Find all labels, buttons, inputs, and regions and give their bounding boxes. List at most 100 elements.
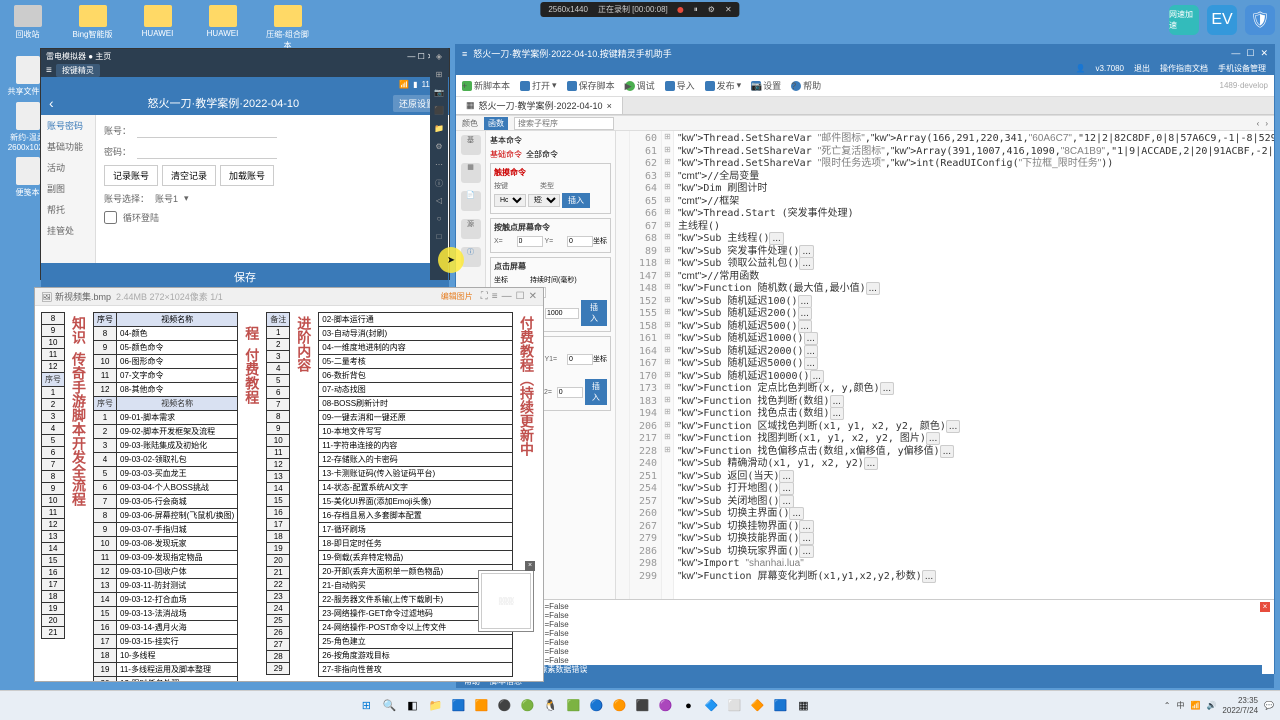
clock-label[interactable]: 23:35 <box>1222 696 1258 706</box>
insert-button[interactable]: 插入 <box>585 379 607 405</box>
duration-input[interactable] <box>545 308 579 319</box>
explorer-icon[interactable]: 📁 <box>425 696 445 716</box>
close-output-icon[interactable]: × <box>1260 602 1270 612</box>
close-icon[interactable]: ✕ <box>529 291 537 302</box>
speed-badge[interactable]: 网速加速 <box>1169 5 1199 35</box>
taskview-icon[interactable]: ◧ <box>402 696 422 716</box>
pause-icon[interactable]: ⏸ <box>694 5 698 15</box>
settings-button[interactable]: 📷设置 <box>751 79 781 92</box>
app-icon[interactable]: 🐧 <box>540 696 560 716</box>
open-button[interactable]: 打开 ▾ <box>520 79 557 92</box>
sidebar-item[interactable]: 活动 <box>41 157 95 178</box>
debug-button[interactable]: ▶调试 <box>625 79 655 92</box>
close-icon[interactable]: ✕ <box>725 5 732 14</box>
tool-icon[interactable]: 📷 <box>432 88 446 102</box>
publish-button[interactable]: 发布 ▾ <box>705 79 742 92</box>
app-icon[interactable]: 🟠 <box>609 696 629 716</box>
sidebar-item[interactable]: 基础功能 <box>41 136 95 157</box>
app-icon[interactable]: 🟧 <box>471 696 491 716</box>
insert-button[interactable]: 插入 <box>562 193 590 208</box>
tool-icon[interactable]: 📁 <box>432 124 446 138</box>
ev-badge[interactable]: EV <box>1207 5 1237 35</box>
nav-recent-icon[interactable]: □ <box>432 232 446 246</box>
folder-icon[interactable]: 压缩-组合脚本 <box>265 5 310 51</box>
close-icon[interactable]: × <box>525 561 535 571</box>
tool-icon[interactable]: ⋯ <box>432 160 446 174</box>
imgview-titlebar[interactable]: 🖼 新视频集.bmp 2.44MB 272×1024像素 1/1 编辑图片 ⛶≡… <box>35 288 543 306</box>
tray-up-icon[interactable]: ⌃ <box>1164 701 1171 710</box>
tray-wifi-icon[interactable]: 📶 <box>1190 701 1200 710</box>
output-panel[interactable]: × 脚本调试参数: 新约温柔=False脚本调试参数: 脚本信息=False脚本… <box>456 599 1274 674</box>
app-icon[interactable]: 🟢 <box>517 696 537 716</box>
tool-grid-icon[interactable]: ▦ <box>461 163 481 183</box>
tool-doc-icon[interactable]: 📄 <box>461 191 481 211</box>
shield-badge[interactable]: 🛡 <box>1245 5 1275 35</box>
maximize-icon[interactable]: ☐ <box>516 291 525 302</box>
file-tab[interactable]: ▦怒火一刀·教学案例·2022-04-10× <box>456 97 623 114</box>
search-input[interactable] <box>514 117 614 130</box>
folder-icon[interactable]: HUAWEI <box>135 5 180 51</box>
func-tab[interactable]: 函数 <box>484 117 508 130</box>
panel-subtab[interactable]: 全部命令 <box>526 149 558 160</box>
maximize-icon[interactable]: ☐ <box>1246 48 1254 58</box>
device-link[interactable]: 手机设备管理 <box>1218 63 1266 74</box>
app-icon[interactable]: 🔶 <box>747 696 767 716</box>
sidebar-item-account[interactable]: 账号密码 <box>41 115 95 136</box>
emulator-tab[interactable]: 按键精灵 <box>56 64 100 77</box>
edit-button[interactable]: 编辑图片 <box>441 291 473 302</box>
app-icon[interactable]: 🟦 <box>770 696 790 716</box>
minimize-icon[interactable]: — <box>1231 48 1240 58</box>
list-icon[interactable]: ≡ <box>492 291 498 302</box>
app-icon[interactable]: ⬜ <box>724 696 744 716</box>
clear-button[interactable]: 清空记录 <box>162 165 216 186</box>
close-icon[interactable]: ✕ <box>1260 48 1268 58</box>
floating-inspector[interactable]: × ░░░ <box>478 570 534 632</box>
recycle-bin-icon[interactable]: 回收站 <box>5 5 50 51</box>
tool-code-icon[interactable]: 源 <box>461 219 481 239</box>
minimize-icon[interactable]: — <box>407 52 415 61</box>
expand-icon[interactable]: ⛶ <box>481 291 488 302</box>
notification-icon[interactable]: 💬 <box>1264 701 1274 710</box>
back-icon[interactable]: ‹ <box>49 95 54 111</box>
tool-icon[interactable]: ⊞ <box>432 70 446 84</box>
ide-titlebar[interactable]: ≡怒火一刀·教学案例·2022-04-10.按键精灵手机助手 —☐✕ <box>456 45 1274 61</box>
sidebar-item[interactable]: 挂管处 <box>41 220 95 241</box>
logout-link[interactable]: 退出 <box>1134 63 1150 74</box>
guide-link[interactable]: 操作指南文档 <box>1160 63 1208 74</box>
tool-basic-icon[interactable]: 基 <box>461 135 481 155</box>
panel-tab[interactable]: 基本命令 <box>490 135 611 146</box>
app-icon[interactable]: ▦ <box>793 696 813 716</box>
sidebar-item[interactable]: 帮托 <box>41 199 95 220</box>
settings-icon[interactable]: ⚙ <box>708 5 715 14</box>
record-button[interactable]: 记录账号 <box>104 165 158 186</box>
app-icon[interactable]: ● <box>678 696 698 716</box>
maximize-icon[interactable]: ☐ <box>418 52 425 61</box>
x-input[interactable] <box>517 236 543 247</box>
folder-icon[interactable]: HUAWEI <box>200 5 245 51</box>
code-area[interactable]: "kw">Thread.SetShareVar "邮件图标","kw">Arra… <box>674 131 1274 599</box>
panel-subtab[interactable]: 基础命令 <box>490 149 522 160</box>
tool-icon[interactable]: ◈ <box>432 52 446 66</box>
nav-next-icon[interactable]: › <box>1265 119 1268 128</box>
date-label[interactable]: 2022/7/24 <box>1222 706 1258 716</box>
encrypt-button[interactable]: 加载账号 <box>220 165 274 186</box>
account-input[interactable] <box>137 123 277 138</box>
import-button[interactable]: 导入 <box>665 79 695 92</box>
y-input[interactable] <box>567 236 593 247</box>
emulator-titlebar[interactable]: 雷电模拟器 ● 主页 — ☐ ✕ ⋮ <box>41 49 449 63</box>
sidebar-item[interactable]: 副图 <box>41 178 95 199</box>
minimize-icon[interactable]: — <box>502 291 512 302</box>
nav-home-icon[interactable]: ○ <box>432 214 446 228</box>
color-tab[interactable]: 颜色 <box>462 118 478 129</box>
type-select[interactable]: 短按 <box>528 194 560 207</box>
new-script-button[interactable]: +新脚本本 <box>462 79 510 92</box>
tool-icon[interactable]: ⚙ <box>432 142 446 156</box>
y2-input[interactable] <box>557 387 583 398</box>
app-icon[interactable]: 🟦 <box>448 696 468 716</box>
folder-icon[interactable]: Bing智能版 <box>70 5 115 51</box>
app-icon[interactable]: ⚫ <box>494 696 514 716</box>
password-input[interactable] <box>137 144 277 159</box>
app-icon[interactable]: 🟣 <box>655 696 675 716</box>
record-icon[interactable] <box>678 7 684 13</box>
help-button[interactable]: ?帮助 <box>791 79 821 92</box>
